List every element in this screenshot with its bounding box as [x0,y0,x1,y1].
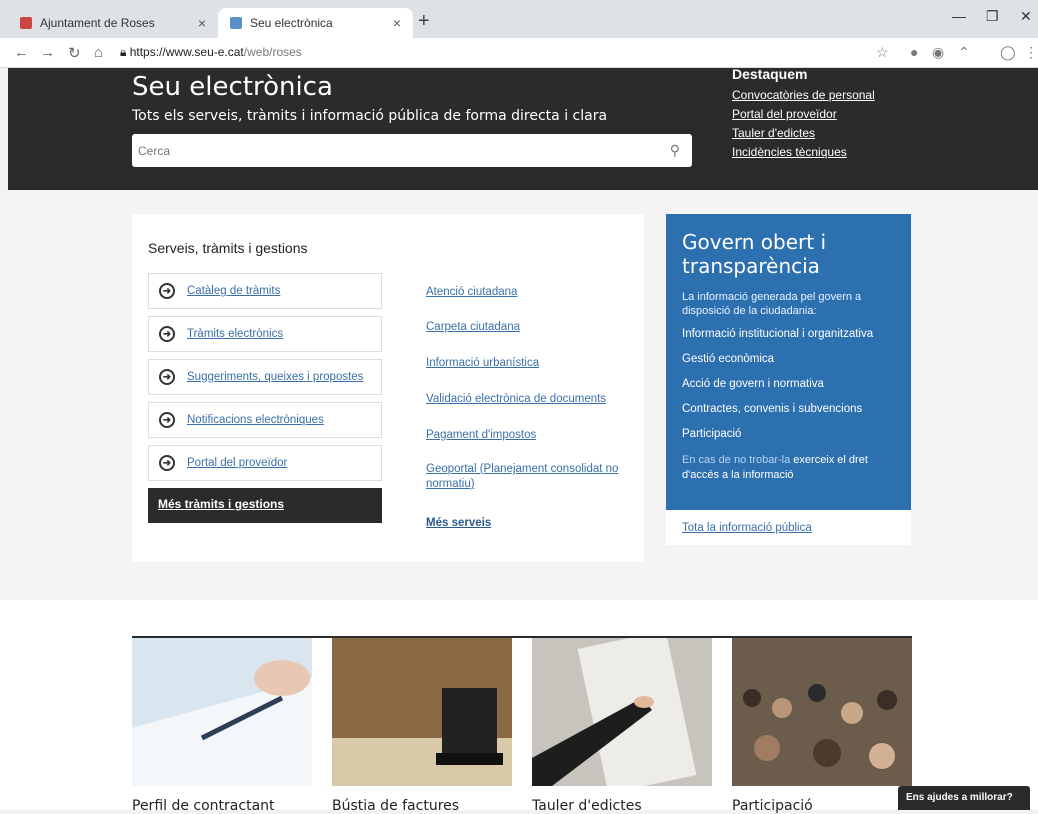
window-close-icon[interactable]: ✕ [1020,8,1032,25]
service-box[interactable]: ➜ Portal del proveïdor [148,445,382,481]
destaquem-link[interactable]: Portal del proveïdor [732,107,875,121]
tile-caption[interactable]: Bústia de factures [332,798,459,814]
govern-link[interactable]: Participació [682,428,895,440]
profile-icon[interactable]: ◉ [932,44,944,61]
new-tab-icon[interactable]: + [418,10,430,33]
back-icon[interactable]: ← [14,44,29,61]
govern-card: Govern obert i transparència La informac… [666,214,911,510]
forward-icon[interactable]: → [40,44,55,61]
search-icon[interactable]: ⚲ [670,142,680,159]
star-icon[interactable]: ☆ [876,44,889,61]
tab-ajuntament[interactable]: Ajuntament de Roses × [8,8,218,38]
service-link[interactable]: Notificacions electròniques [187,414,324,426]
restore-icon[interactable]: ❐ [986,8,999,25]
contract-signing-image [132,638,312,786]
tile-image[interactable] [732,638,912,786]
feedback-button[interactable]: Ens ajudes a millorar? [898,786,1030,810]
tile-image[interactable] [532,630,712,794]
seu-icon [230,17,242,29]
service-box[interactable]: ➜ Notificacions electròniques [148,402,382,438]
govern-footnote: En cas de no trobar-la exerceix el dret … [682,453,895,483]
service-box[interactable]: ➜ Tràmits electrònics [148,316,382,352]
service-link[interactable]: Tràmits electrònics [187,328,283,340]
tab-title: Ajuntament de Roses [40,16,155,30]
extension-icon[interactable]: ⌃ [958,44,970,61]
tab-strip: Ajuntament de Roses × Seu electrònica × … [0,0,1038,38]
more-procedures-button[interactable]: Més tràmits i gestions [148,488,382,523]
service-link[interactable]: Suggeriments, queixes i propostes [187,371,363,383]
arrow-right-icon: ➜ [159,455,175,471]
more-services-link[interactable]: Més serveis [426,516,626,531]
stamp-image [332,638,512,786]
govern-title: Govern obert i transparència [682,230,826,278]
header-band: Seu electrònica Tots els serveis, tràmit… [8,66,1038,190]
close-icon[interactable]: × [393,15,401,31]
tile-caption[interactable]: Tauler d'edictes [532,798,642,814]
arrow-right-icon: ➜ [159,283,175,299]
page-title: Seu electrònica [132,72,333,102]
browser-toolbar: ← → ↻ ⌂ 🔒︎ https://www.seu-e.cat/web/ros… [0,38,1038,68]
destaquem-panel: Destaquem Convocatòries de personal Port… [732,66,875,164]
reload-icon[interactable]: ↻ [68,44,81,62]
home-icon[interactable]: ⌂ [94,44,103,61]
arrow-right-icon: ➜ [159,326,175,342]
arrow-right-icon: ➜ [159,412,175,428]
search-input[interactable] [132,134,632,167]
destaquem-link[interactable]: Tauler d'edictes [732,126,875,140]
tab-title: Seu electrònica [250,16,333,30]
all-public-info-link[interactable]: Tota la informació pública [682,522,812,534]
govern-link[interactable]: Contractes, convenis i subvencions [682,403,895,415]
crest-icon [20,17,32,29]
address-bar[interactable]: 🔒︎ https://www.seu-e.cat/web/roses [120,45,302,60]
extension-icon[interactable]: ● [910,44,918,60]
arrow-right-icon: ➜ [159,369,175,385]
govern-link[interactable]: Informació institucional i organitzativa [682,328,895,340]
service-link[interactable]: Geoportal (Planejament consolidat no nor… [426,462,626,492]
services-card: Serveis, tràmits i gestions ➜ Catàleg de … [132,214,644,562]
service-link[interactable]: Portal del proveïdor [187,457,287,469]
tile-image[interactable] [332,638,512,786]
tile-caption[interactable]: Perfil de contractant [132,798,275,814]
service-link[interactable]: Atenció ciutadana [426,285,626,300]
extension-icon[interactable]: ◯ [1000,44,1016,61]
notice-board-image [532,630,712,794]
service-link[interactable]: Catàleg de tràmits [187,285,280,297]
tab-seu[interactable]: Seu electrònica × [218,8,413,38]
service-box[interactable]: ➜ Catàleg de tràmits [148,273,382,309]
destaquem-link[interactable]: Incidències tècniques [732,145,875,159]
tile-image[interactable] [132,638,312,786]
footnote-light: En cas de no trobar-la [682,454,791,466]
minimize-icon[interactable]: — [952,8,966,24]
services-title: Serveis, tràmits i gestions [148,240,308,256]
govern-link[interactable]: Gestió econòmica [682,353,895,365]
service-link[interactable]: Carpeta ciutadana [426,320,626,335]
service-box[interactable]: ➜ Suggeriments, queixes i propostes [148,359,382,395]
service-link[interactable]: Informació urbanística [426,356,626,371]
service-link[interactable]: Validació electrònica de documents [426,392,626,407]
lock-icon: 🔒︎ [120,45,130,59]
destaquem-title: Destaquem [732,66,808,82]
tile-caption[interactable]: Participació [732,798,813,814]
close-icon[interactable]: × [198,15,206,31]
page-subtitle: Tots els serveis, tràmits i informació p… [132,108,608,124]
search-box: ⚲ [132,134,692,167]
govern-lead: La informació generada pel govern a disp… [682,291,862,317]
govern-link[interactable]: Acció de govern i normativa [682,378,895,390]
menu-icon[interactable]: ⋮ [1024,44,1038,61]
govern-bottom: Tota la informació pública [666,510,911,545]
crowd-image [732,638,912,786]
service-link[interactable]: Pagament d'impostos [426,428,626,443]
destaquem-link[interactable]: Convocatòries de personal [732,88,875,102]
